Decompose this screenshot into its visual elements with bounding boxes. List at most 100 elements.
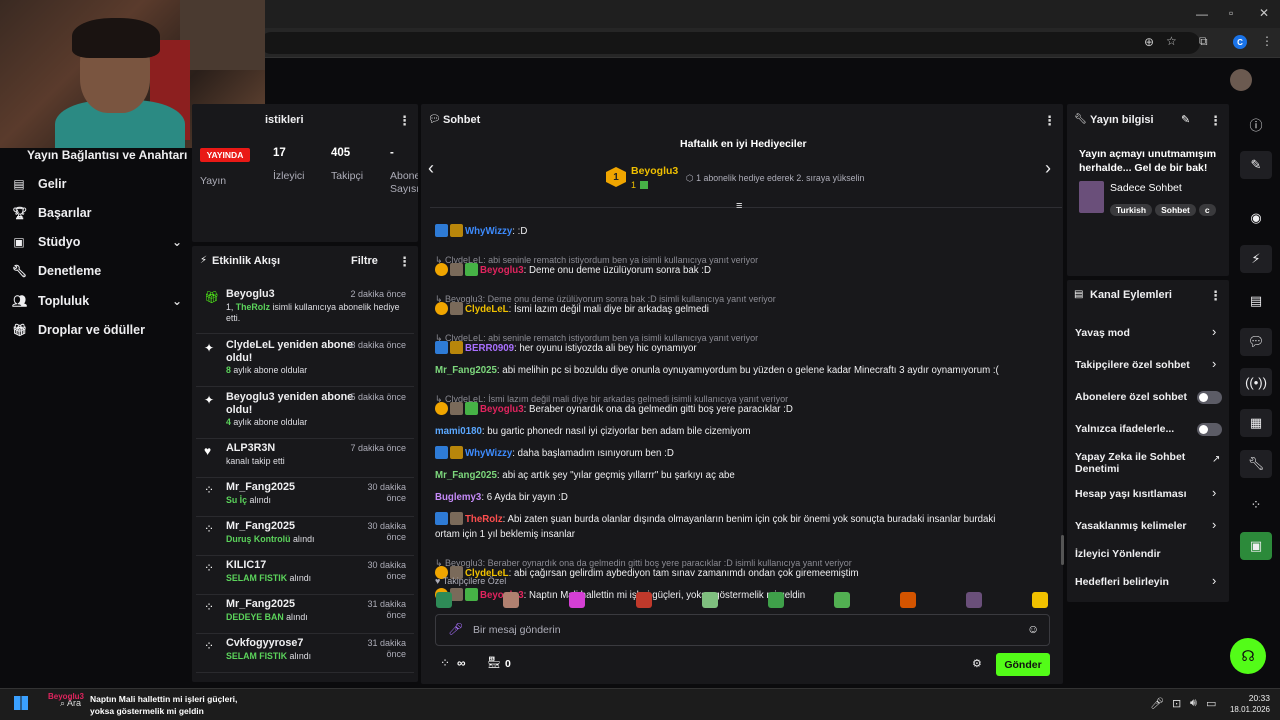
chat-username[interactable]: mami0180 <box>435 426 482 437</box>
channel-action-item[interactable]: Hesap yaşı kısıtlaması <box>1075 488 1225 500</box>
network-icon[interactable]: ⊡ <box>1172 697 1181 710</box>
activity-row[interactable]: ⁘ Mr_Fang2025 30 dakika önce Su İç alındı <box>196 479 414 517</box>
chat-username[interactable]: BERR0909 <box>465 343 514 354</box>
emote[interactable] <box>966 592 982 608</box>
activity-row[interactable]: ✦ Beyoglu3 yeniden abone oldu! 5 dakika ön… <box>196 389 414 439</box>
chat-message[interactable]: Mr_Fang2025: abi melihin pc si bozuldu d… <box>435 363 1050 378</box>
chat-message[interactable]: ClydeLeL: İsmi lazım değil mali diye bir… <box>435 302 1050 317</box>
tag[interactable]: Sohbet <box>1155 204 1196 216</box>
chevron-right-icon[interactable]: › <box>1212 324 1216 339</box>
address-bar[interactable] <box>260 32 1200 54</box>
activity-row[interactable]: ⁘ Mr_Fang2025 30 dakika önce Duruş Kontrolü… <box>196 518 414 556</box>
chat-message[interactable]: Mr_Fang2025: abi aç artık şey "yılar geç… <box>435 468 1050 483</box>
bookmark-star-icon[interactable]: ☆ <box>1166 34 1177 48</box>
emote[interactable] <box>834 592 850 608</box>
chat-menu-icon[interactable]: ⋮ <box>1043 113 1056 129</box>
channel-action-item[interactable]: Takipçilere özel sohbet <box>1075 359 1225 371</box>
browser-menu-icon[interactable]: ⋮ <box>1261 34 1273 48</box>
document-icon[interactable]: ▤ <box>1240 287 1272 315</box>
stream-info-menu-icon[interactable]: ⋮ <box>1209 113 1222 129</box>
wrench-icon[interactable]: 🔧︎ <box>1240 450 1272 478</box>
chat-message[interactable]: WhyWizzy: daha başlamadım ısınıyorum ben… <box>435 446 1050 461</box>
zoom-icon[interactable]: ⊕ <box>1144 35 1154 49</box>
emote[interactable] <box>503 592 519 608</box>
toggle-switch[interactable] <box>1197 391 1222 404</box>
channel-action-item[interactable]: Hedefleri belirleyin <box>1075 576 1225 588</box>
emote[interactable] <box>900 592 916 608</box>
chat-message[interactable]: Beyoglu3: Deme onu deme üzülüyorum sonra… <box>435 263 1050 278</box>
activity-row[interactable]: ⁘ Mr_Fang2025 31 dakika önce DEDEYE BAN alı… <box>196 596 414 634</box>
microphone-tray-icon[interactable]: 🎤︎ <box>1150 697 1164 710</box>
chat-username[interactable]: ClydeLeL <box>465 304 509 315</box>
emote[interactable] <box>702 592 718 608</box>
chat-scrollbar[interactable] <box>1061 535 1064 565</box>
emoji-icon[interactable]: ☺ <box>1027 622 1039 636</box>
chat-username[interactable]: Beyoglu3 <box>480 265 524 276</box>
app-green-icon[interactable]: ▣ <box>1240 532 1272 560</box>
nav-item-community[interactable]: 👥︎ Topluluk ⌄ <box>12 290 182 312</box>
nav-item-studio[interactable]: ▣ Stüdyo ⌄ <box>12 231 182 253</box>
category-thumbnail[interactable] <box>1079 181 1104 213</box>
channel-action-item[interactable]: Yavaş mod <box>1075 327 1225 339</box>
toggle-switch[interactable] <box>1197 423 1222 436</box>
activity-menu-icon[interactable]: ⋮ <box>398 254 411 270</box>
store-icon[interactable]: 🏪︎ <box>487 656 501 669</box>
collapse-icon[interactable]: ≡ <box>736 200 742 212</box>
activity-row[interactable]: ⁘ Cvkfogyyrose7 31 dakika önce SELAM FISTIK… <box>196 635 414 673</box>
bolt-icon[interactable]: ⚡︎ <box>1240 245 1272 273</box>
chevron-left-icon[interactable]: ‹ <box>428 158 434 179</box>
chat-message[interactable]: TheRolz: Abi zaten şuan burda olanlar dı… <box>435 512 1050 527</box>
chat-message[interactable]: ClydeLeL: abi çağırsan gelirdim aybediyo… <box>435 566 1050 581</box>
info-icon[interactable]: ⓘ <box>1240 110 1272 138</box>
chat-username[interactable]: TheRolz <box>465 514 503 525</box>
extensions-icon[interactable]: ⧉ <box>1199 34 1208 49</box>
edit-pencil-icon[interactable]: ✎ <box>1181 113 1190 126</box>
volume-icon[interactable]: 🔊︎ <box>1190 697 1197 710</box>
emote[interactable] <box>436 592 452 608</box>
chevron-right-icon[interactable]: › <box>1212 517 1216 532</box>
points-icon[interactable]: ⁘ <box>1240 491 1272 519</box>
filter-button[interactable]: Filtre <box>351 255 378 267</box>
chat-message[interactable]: WhyWizzy: :D <box>435 224 1050 239</box>
channel-actions-menu-icon[interactable]: ⋮ <box>1209 288 1222 304</box>
windows-start-icon[interactable] <box>14 696 28 710</box>
send-button[interactable]: Gönder <box>996 653 1050 676</box>
chat-username[interactable]: WhyWizzy <box>465 448 512 459</box>
gear-icon[interactable]: ⚙︎ <box>972 657 982 670</box>
pencil-icon[interactable]: ✎ <box>1240 151 1272 179</box>
chat-message[interactable]: mami0180: bu gartic phonedr nasıl iyi çi… <box>435 424 1050 439</box>
chevron-right-icon[interactable]: › <box>1212 356 1216 371</box>
chat-username[interactable]: Mr_Fang2025 <box>435 470 497 481</box>
category-name[interactable]: Sadece Sohbet <box>1110 182 1182 194</box>
leader-name[interactable]: Beyoglu3 <box>631 165 678 177</box>
profile-avatar[interactable]: C <box>1233 35 1247 49</box>
broadcast-icon[interactable]: ((•)) <box>1240 368 1272 396</box>
chevron-right-icon[interactable]: › <box>1212 573 1216 588</box>
close-icon[interactable]: ✕ <box>1259 6 1269 20</box>
chat-username[interactable]: WhyWizzy <box>465 226 512 237</box>
chevron-right-icon[interactable]: › <box>1045 158 1051 179</box>
activity-row[interactable]: 🎁︎ Beyoglu3 2 dakika önce 1, TheRolz isimli… <box>196 286 414 334</box>
chat-message[interactable]: Buglemy3: 6 Ayda bir yayın :D <box>435 490 1050 505</box>
nav-item-drops[interactable]: 🎁︎ Droplar ve ödüller <box>12 319 145 341</box>
channel-action-item[interactable]: Yapay Zeka ile Sohbet Denetimi <box>1075 451 1205 475</box>
layout-icon[interactable]: ▦ <box>1240 409 1272 437</box>
stream-key-link[interactable]: Yayın Bağlantısı ve Anahtarı <box>27 148 187 162</box>
nav-item-moderation[interactable]: 🔧︎ Denetleme <box>12 260 101 282</box>
chat-message[interactable]: BERR0909: her oyunu istiyozda ali bey hi… <box>435 341 1050 356</box>
external-link-icon[interactable]: ↗ <box>1212 454 1220 465</box>
chat-username[interactable]: Beyoglu3 <box>480 404 524 415</box>
maximize-icon[interactable]: ▫ <box>1229 6 1233 20</box>
tag[interactable]: Turkish <box>1110 204 1153 216</box>
chat-icon[interactable]: 💬︎ <box>1240 328 1272 356</box>
emote[interactable] <box>569 592 585 608</box>
microphone-icon[interactable]: 🎤︎ <box>448 622 463 636</box>
chat-username[interactable]: Mr_Fang2025 <box>435 365 497 376</box>
activity-row[interactable]: ✦ ClydeLeL yeniden abone oldu! 3 dakika ön… <box>196 337 414 387</box>
emote[interactable] <box>768 592 784 608</box>
emote[interactable] <box>1032 592 1048 608</box>
minimize-icon[interactable]: — <box>1196 7 1208 21</box>
user-avatar[interactable] <box>1230 69 1252 91</box>
camera-icon[interactable]: ◉ <box>1240 204 1272 232</box>
chat-message[interactable]: Beyoglu3: Naptın Mali hallettin mi işler… <box>435 588 1050 603</box>
